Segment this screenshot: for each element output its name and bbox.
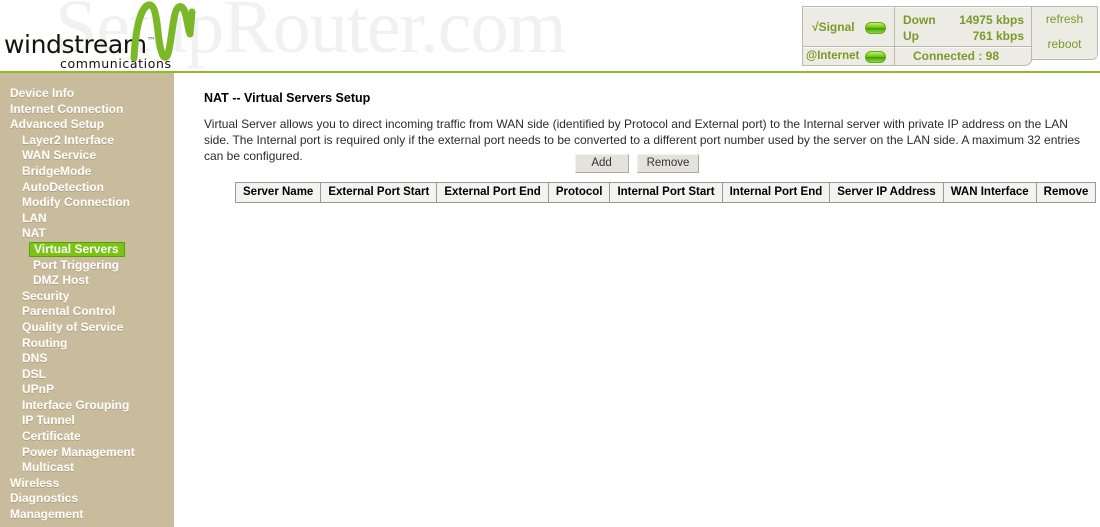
sidebar-item-label: Virtual Servers <box>29 241 125 257</box>
virtual-servers-table: Server Name External Port Start External P… <box>234 182 1097 203</box>
sidebar-item-device-info[interactable]: Device Info <box>0 86 174 102</box>
sidebar-item-label: Multicast <box>22 460 75 475</box>
remove-button[interactable]: Remove <box>636 154 700 173</box>
sidebar-item-layer2-interface[interactable]: Layer2 Interface <box>0 133 174 149</box>
column-header-internal-port-end: Internal Port End <box>721 182 831 203</box>
sidebar-item-label: Parental Control <box>22 304 116 319</box>
table-action-bar: Add Remove <box>174 153 1100 173</box>
sidebar-item-label: UPnP <box>22 382 55 397</box>
column-header-server-name: Server Name <box>234 182 322 203</box>
virtual-servers-table-container: Server Name External Port Start External P… <box>234 182 1097 203</box>
sidebar-item-ip-tunnel[interactable]: IP Tunnel <box>0 413 174 429</box>
connection-status-box: Connected : 98 <box>894 46 1033 66</box>
sidebar-item-port-triggering[interactable]: Port Triggering <box>0 258 174 274</box>
sidebar-item-label: AutoDetection <box>22 179 104 194</box>
sidebar-item-label: IP Tunnel <box>22 413 75 428</box>
sidebar-item-lan[interactable]: LAN <box>0 211 174 227</box>
sidebar-item-routing[interactable]: Routing <box>0 336 174 352</box>
sidebar-item-nat[interactable]: NAT <box>0 226 174 242</box>
page-header: SetupRouter.com windstream™ communicatio… <box>0 0 1100 73</box>
sidebar-item-label: DNS <box>22 351 48 366</box>
table-head: Server Name External Port Start External P… <box>234 182 1097 203</box>
column-header-protocol: Protocol <box>547 182 611 203</box>
column-header-wan-interface: WAN Interface <box>942 182 1037 203</box>
sidebar-item-power-management[interactable]: Power Management <box>0 445 174 461</box>
sidebar-item-management[interactable]: Management <box>0 507 174 523</box>
internet-label: @Internet <box>806 50 860 62</box>
sidebar-navigation: Device Info Internet Connection Advanced S… <box>0 73 174 527</box>
main-content: NAT -- Virtual Servers Setup Virtual Ser… <box>174 73 1100 527</box>
header-button-group: refresh reboot <box>1031 6 1098 60</box>
sidebar-item-interface-grouping[interactable]: Interface Grouping <box>0 398 174 414</box>
signal-status-box: √Signal <box>802 6 896 48</box>
column-header-external-port-end: External Port End <box>436 182 549 203</box>
sidebar-item-label: Port Triggering <box>33 257 120 272</box>
sidebar-item-virtual-servers[interactable]: Virtual Servers <box>0 241 174 258</box>
sidebar-item-label: Interface Grouping <box>22 397 130 412</box>
upstream-value: 761 kbps <box>972 29 1024 43</box>
connection-status-text: Connected : 98 <box>912 49 999 63</box>
sidebar-item-bridgemode[interactable]: BridgeMode <box>0 164 174 180</box>
sidebar-item-autodetection[interactable]: AutoDetection <box>0 180 174 196</box>
sidebar-item-label: DSL <box>22 366 46 381</box>
windstream-swoosh-icon <box>130 1 196 62</box>
upstream-label: Up <box>903 29 919 43</box>
internet-led-icon <box>865 51 886 63</box>
column-header-server-ip-address: Server IP Address <box>829 182 944 203</box>
sidebar-item-label: Layer2 Interface <box>22 132 115 147</box>
signal-led-icon <box>865 22 886 34</box>
downstream-value: 14975 kbps <box>959 13 1024 27</box>
sidebar-item-label: DMZ Host <box>33 273 89 288</box>
sidebar-item-label: NAT <box>22 226 46 241</box>
sidebar-item-label: WAN Service <box>22 148 97 163</box>
sidebar-item-dsl[interactable]: DSL <box>0 367 174 383</box>
link-rate-box: Down 14975 kbps Up 761 kbps <box>894 6 1033 48</box>
sidebar-item-internet-connection[interactable]: Internet Connection <box>0 102 174 118</box>
sidebar-item-label: Advanced Setup <box>10 117 105 132</box>
sidebar-item-upnp[interactable]: UPnP <box>0 382 174 398</box>
sidebar-item-wireless[interactable]: Wireless <box>0 476 174 492</box>
sidebar-item-label: Device Info <box>10 86 75 100</box>
brand-name-text: windstream <box>4 30 147 59</box>
sidebar-item-label: Security <box>22 288 70 303</box>
sidebar-item-security[interactable]: Security <box>0 289 174 305</box>
column-header-internal-port-start: Internal Port Start <box>609 182 723 203</box>
sidebar-item-dmz-host[interactable]: DMZ Host <box>0 273 174 289</box>
brand-logo: windstream™ communications <box>0 0 210 73</box>
sidebar-item-label: Internet Connection <box>10 101 124 116</box>
sidebar-item-certificate[interactable]: Certificate <box>0 429 174 445</box>
sidebar-item-quality-of-service[interactable]: Quality of Service <box>0 320 174 336</box>
sidebar-item-label: Modify Connection <box>22 195 130 210</box>
downstream-label: Down <box>903 13 936 27</box>
sidebar-item-advanced-setup[interactable]: Advanced Setup <box>0 117 174 133</box>
column-header-external-port-start: External Port Start <box>320 182 438 203</box>
add-button[interactable]: Add <box>574 154 629 173</box>
sidebar-item-label: Management <box>10 507 84 522</box>
sidebar-item-label: Wireless <box>10 475 60 490</box>
page-title: NAT -- Virtual Servers Setup <box>204 91 371 105</box>
sidebar-item-label: Power Management <box>22 444 135 459</box>
signal-label: √Signal <box>812 20 855 34</box>
refresh-button[interactable]: refresh <box>1032 7 1097 33</box>
sidebar-item-multicast[interactable]: Multicast <box>0 460 174 476</box>
sidebar-item-parental-control[interactable]: Parental Control <box>0 304 174 320</box>
sidebar-item-label: Quality of Service <box>22 319 124 334</box>
sidebar-item-label: BridgeMode <box>22 163 92 178</box>
sidebar-item-diagnostics[interactable]: Diagnostics <box>0 491 174 507</box>
internet-status-box: @Internet <box>802 46 896 66</box>
router-status-panel: √Signal Down 14975 kbps Up 761 kbps @Int… <box>802 6 1098 66</box>
sidebar-item-modify-connection[interactable]: Modify Connection <box>0 195 174 211</box>
sidebar-item-label: Certificate <box>22 429 81 444</box>
column-header-remove: Remove <box>1035 182 1097 203</box>
reboot-button[interactable]: reboot <box>1032 32 1097 57</box>
sidebar-item-dns[interactable]: DNS <box>0 351 174 367</box>
sidebar-item-label: LAN <box>22 210 47 225</box>
sidebar-item-label: Diagnostics <box>10 491 79 506</box>
sidebar-item-label: Routing <box>22 335 68 350</box>
table-header-row: Server Name External Port Start External P… <box>234 182 1097 203</box>
sidebar-item-wan-service[interactable]: WAN Service <box>0 148 174 164</box>
